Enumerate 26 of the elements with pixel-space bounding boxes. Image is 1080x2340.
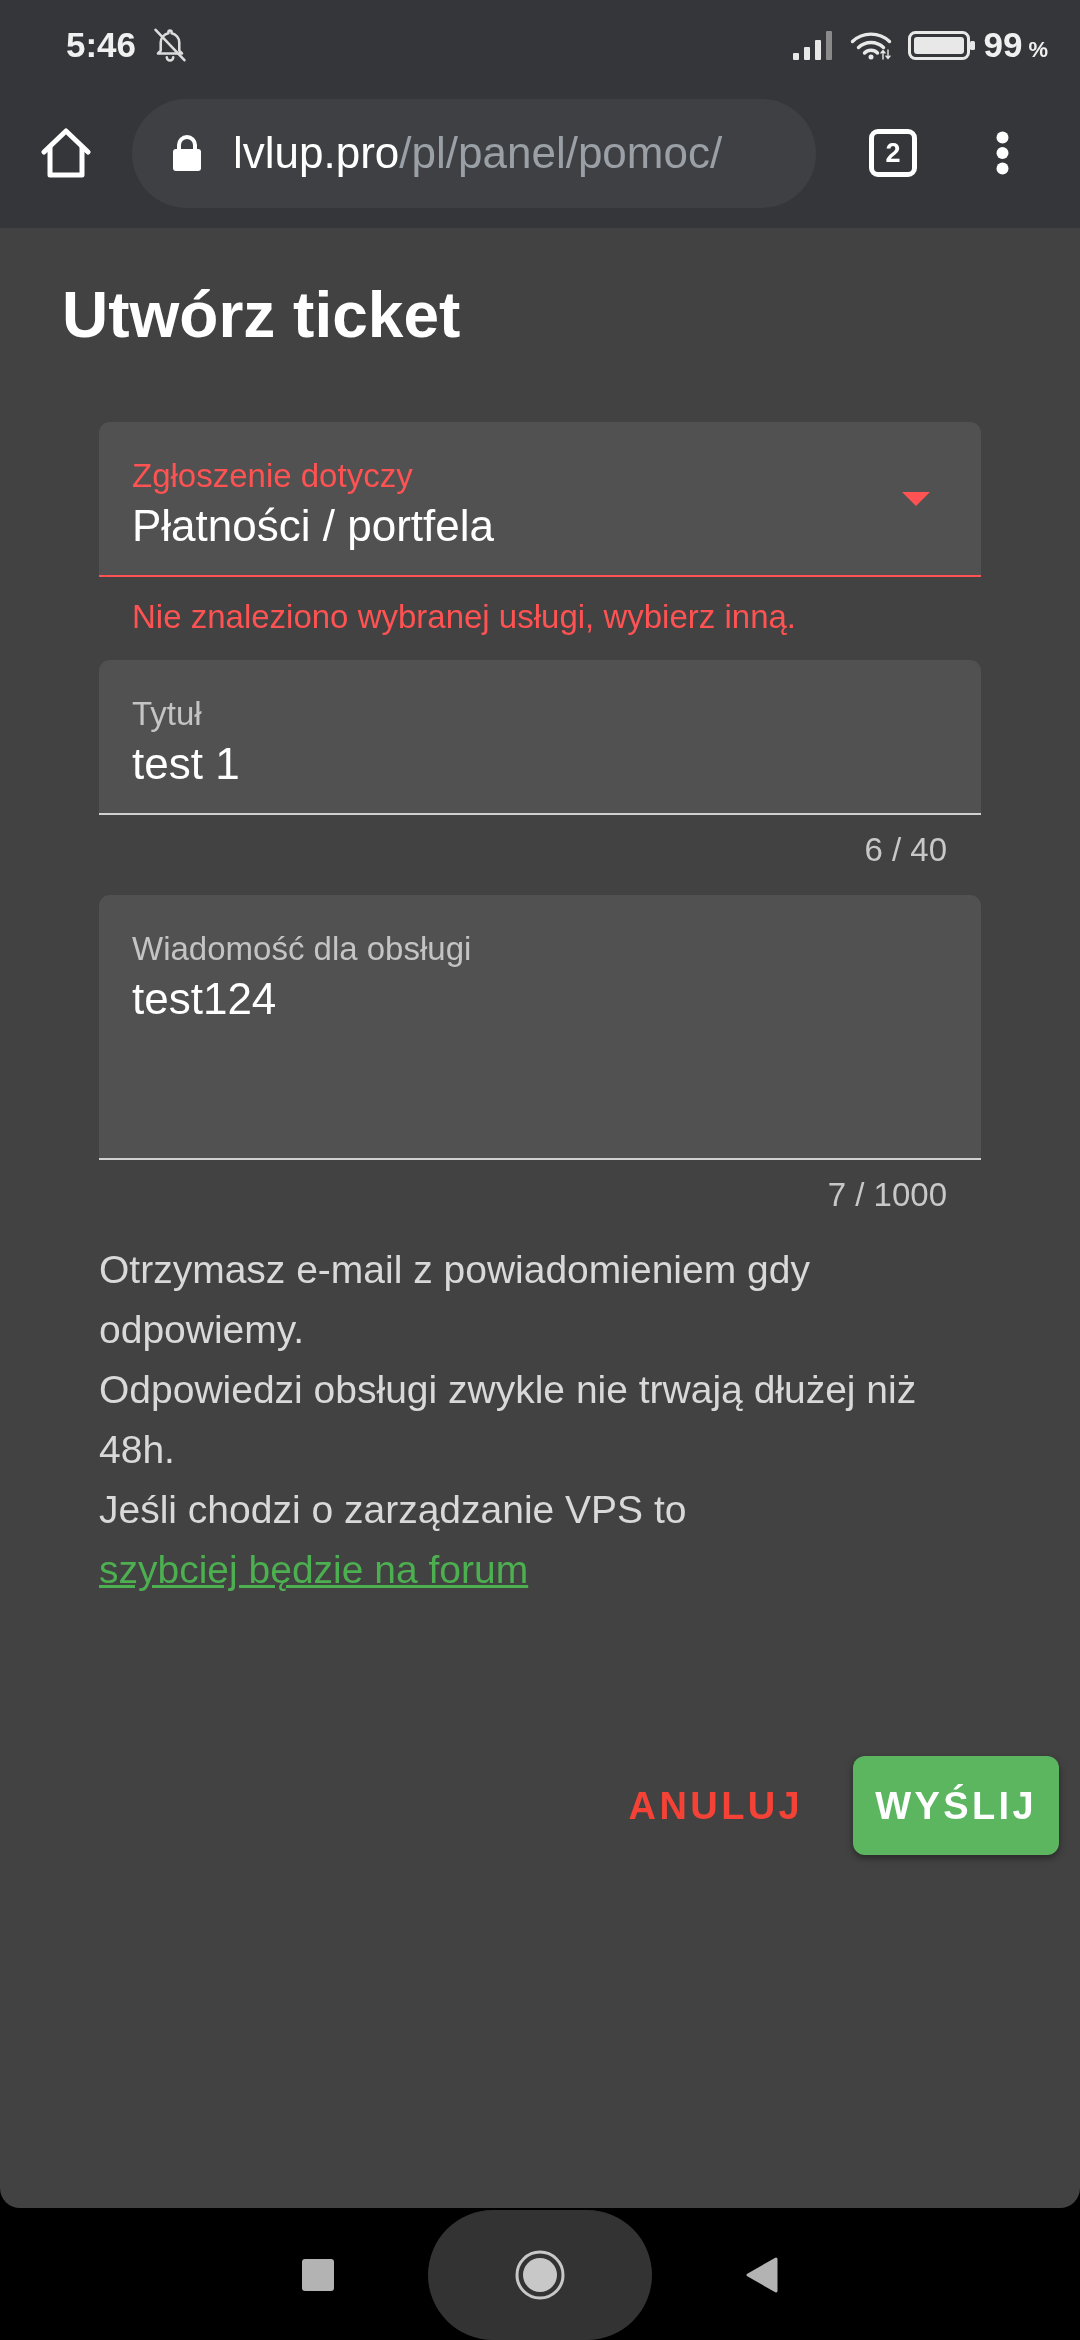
info-text: Jeśli chodzi o zarządzanie VPS to szybciej będzie na forum bbox=[99, 1480, 981, 1600]
percent-sign: % bbox=[1028, 37, 1048, 63]
ring-icon bbox=[515, 2250, 565, 2300]
status-time: 5:46 bbox=[66, 25, 137, 65]
signal-bars-icon bbox=[792, 30, 834, 60]
info-text: Odpowiedzi obsługi zwykle nie trwają dłużej niż 48h. bbox=[99, 1367, 918, 1473]
character-counter: 7 / 1000 bbox=[826, 1175, 948, 1215]
character-counter: 6 / 40 bbox=[863, 830, 948, 870]
caret-icon bbox=[902, 491, 930, 506]
address-bar[interactable]: lvlup.pro/pl/panel/pomoc/ bbox=[132, 98, 816, 208]
forum-link[interactable]: szybciej będzie na forum bbox=[99, 1540, 529, 1600]
tab-count-button[interactable]: 2 bbox=[869, 129, 917, 177]
error-message: Nie znaleziono wybranej usługi, wybierz inną. bbox=[131, 597, 797, 637]
info-text: Otrzymasz e-mail z powiadomieniem gdy odpowiemy. bbox=[99, 1247, 811, 1353]
battery-level-text: 99 bbox=[983, 25, 1023, 65]
battery-icon bbox=[907, 30, 975, 60]
left-triangle-icon[interactable] bbox=[746, 2257, 778, 2293]
muted-bell-icon bbox=[154, 28, 187, 62]
page-title: Utwórz ticket bbox=[62, 278, 461, 353]
house-icon[interactable] bbox=[41, 128, 91, 178]
text-field[interactable]: Tytuł test 1 bbox=[99, 660, 981, 815]
message-field[interactable]: Wiadomość dla obsługi test124 bbox=[99, 895, 981, 1160]
select-field[interactable]: Zgłoszenie dotyczy Płatności / portfela bbox=[99, 422, 981, 577]
menu-icon[interactable] bbox=[995, 131, 1010, 175]
lock-icon bbox=[172, 135, 202, 171]
wifi-icon bbox=[849, 30, 893, 60]
